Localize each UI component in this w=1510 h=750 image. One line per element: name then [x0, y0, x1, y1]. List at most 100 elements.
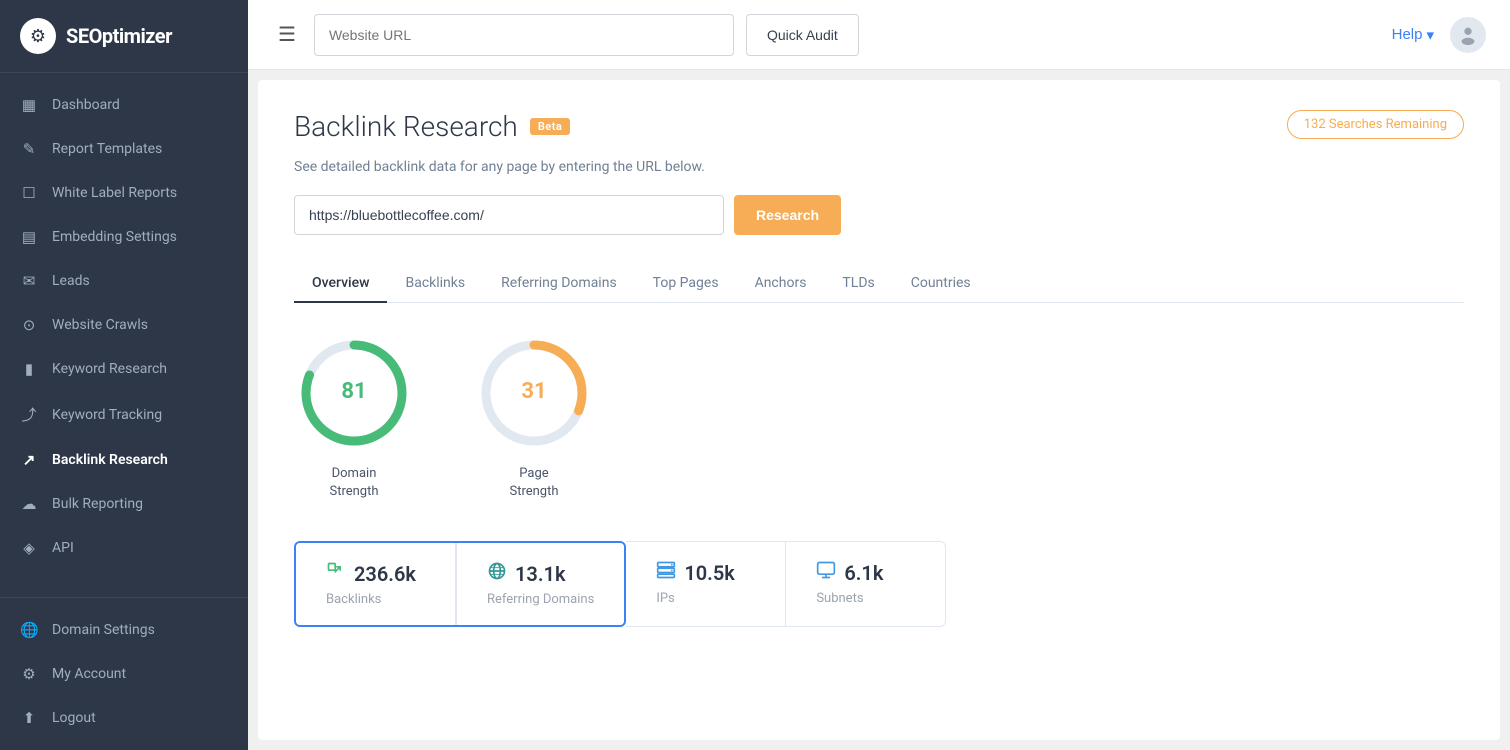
research-url-input[interactable]: [294, 195, 724, 235]
quick-audit-button[interactable]: Quick Audit: [746, 14, 859, 56]
domain-strength-svg: 81: [294, 333, 414, 453]
user-avatar[interactable]: [1450, 17, 1486, 53]
my-account-icon: ⚙: [20, 665, 38, 683]
logout-icon: ⬆: [20, 709, 38, 727]
tab-countries[interactable]: Countries: [893, 265, 989, 303]
bulk-reporting-icon: ☁: [20, 495, 38, 513]
sidebar-label-dashboard: Dashboard: [52, 97, 120, 113]
globe-icon: [487, 561, 507, 586]
tab-overview[interactable]: Overview: [294, 265, 387, 303]
main-area: ☰ Quick Audit Help ▾ Backlink Research B…: [248, 0, 1510, 750]
tab-tlds[interactable]: TLDs: [824, 265, 892, 303]
svg-text:81: 81: [341, 379, 366, 404]
embedding-icon: ▤: [20, 228, 38, 246]
chevron-down-icon: ▾: [1426, 26, 1434, 44]
tab-anchors[interactable]: Anchors: [737, 265, 825, 303]
sidebar-label-keyword-tracking: Keyword Tracking: [52, 407, 162, 423]
research-row: Research: [294, 195, 1464, 235]
sidebar-nav: ▦ Dashboard✎ Report Templates☐ White Lab…: [0, 73, 248, 597]
subnets-value-row: 6.1k: [816, 560, 883, 585]
page-title: Backlink Research: [294, 110, 518, 143]
api-icon: ◈: [20, 539, 38, 557]
searches-remaining-badge: 132 Searches Remaining: [1287, 110, 1464, 139]
subnets-label: Subnets: [816, 591, 863, 606]
page-strength-svg: 31: [474, 333, 594, 453]
tab-top-pages[interactable]: Top Pages: [635, 265, 737, 303]
sidebar-label-white-label: White Label Reports: [52, 185, 177, 201]
ips-value-row: 10.5k: [656, 560, 735, 585]
domain-strength-label: Domain Strength: [329, 465, 378, 501]
brand-name: SEOptimizer: [66, 24, 172, 48]
backlink-research-icon: ↗: [20, 451, 38, 469]
sidebar-bottom: 🌐 Domain Settings⚙ My Account⬆ Logout: [0, 597, 248, 750]
stat-card-backlinks[interactable]: 236.6k Backlinks: [296, 543, 456, 625]
report-templates-icon: ✎: [20, 140, 38, 158]
help-button[interactable]: Help ▾: [1392, 26, 1434, 44]
page-strength-gauge: 31 Page Strength: [474, 333, 594, 501]
sidebar-label-domain-settings: Domain Settings: [52, 622, 155, 638]
page-subtitle: See detailed backlink data for any page …: [294, 159, 1464, 175]
sidebar-label-report-templates: Report Templates: [52, 141, 162, 157]
white-label-icon: ☐: [20, 184, 38, 202]
sidebar-item-logout[interactable]: ⬆ Logout: [0, 696, 248, 740]
title-section: Backlink Research Beta: [294, 110, 570, 143]
domain-strength-gauge: 81 Domain Strength: [294, 333, 414, 501]
tab-backlinks[interactable]: Backlinks: [387, 265, 483, 303]
stat-card-ips: 10.5k IPs: [626, 541, 786, 627]
sidebar-item-leads[interactable]: ✉ Leads: [0, 259, 248, 303]
sidebar-item-report-templates[interactable]: ✎ Report Templates: [0, 127, 248, 171]
domain-settings-icon: 🌐: [20, 621, 38, 639]
logo-area[interactable]: ⚙ SEOptimizer: [0, 0, 248, 73]
hamburger-button[interactable]: ☰: [272, 16, 302, 53]
tab-referring-domains[interactable]: Referring Domains: [483, 265, 635, 303]
sidebar-label-bulk-reporting: Bulk Reporting: [52, 496, 143, 512]
svg-text:31: 31: [521, 379, 546, 404]
page-strength-label: Page Strength: [509, 465, 558, 501]
referring-domains-value-row: 13.1k: [487, 561, 566, 586]
stats-highlighted-group: 236.6k Backlinks: [294, 541, 626, 627]
sidebar-item-bulk-reporting[interactable]: ☁ Bulk Reporting: [0, 482, 248, 526]
stat-card-subnets: 6.1k Subnets: [786, 541, 946, 627]
sidebar-item-white-label[interactable]: ☐ White Label Reports: [0, 171, 248, 215]
sidebar-label-backlink-research: Backlink Research: [52, 452, 168, 468]
sidebar-item-website-crawls[interactable]: ⊙ Website Crawls: [0, 303, 248, 347]
content-area: Backlink Research Beta 132 Searches Rema…: [258, 80, 1500, 740]
leads-icon: ✉: [20, 272, 38, 290]
beta-badge: Beta: [530, 118, 571, 135]
sidebar-item-my-account[interactable]: ⚙ My Account: [0, 652, 248, 696]
page-header: Backlink Research Beta 132 Searches Rema…: [294, 110, 1464, 143]
logo-icon: ⚙: [20, 18, 56, 54]
topbar-right: Help ▾: [1392, 17, 1486, 53]
subnets-value: 6.1k: [844, 561, 883, 585]
referring-domains-label: Referring Domains: [487, 592, 594, 607]
website-crawls-icon: ⊙: [20, 316, 38, 334]
sidebar-item-domain-settings[interactable]: 🌐 Domain Settings: [0, 608, 248, 652]
sidebar-label-keyword-research: Keyword Research: [52, 361, 167, 377]
ips-label: IPs: [656, 591, 674, 606]
sidebar-label-logout: Logout: [52, 710, 96, 726]
topbar: ☰ Quick Audit Help ▾: [248, 0, 1510, 70]
website-url-input[interactable]: [314, 14, 734, 56]
tabs: OverviewBacklinksReferring DomainsTop Pa…: [294, 265, 1464, 303]
stats-cards-container: 236.6k Backlinks: [294, 541, 1464, 627]
research-button[interactable]: Research: [734, 195, 841, 235]
sidebar-label-leads: Leads: [52, 273, 90, 289]
backlink-icon: [326, 561, 346, 586]
sidebar-item-keyword-tracking[interactable]: ⤴ Keyword Tracking: [0, 391, 248, 438]
backlinks-value: 236.6k: [354, 562, 416, 586]
sidebar-label-api: API: [52, 540, 74, 556]
sidebar-label-website-crawls: Website Crawls: [52, 317, 148, 333]
sidebar: ⚙ SEOptimizer ▦ Dashboard✎ Report Templa…: [0, 0, 248, 750]
stats-plain-group: 10.5k IPs 6.1k: [626, 541, 946, 627]
backlinks-value-row: 236.6k: [326, 561, 416, 586]
keyword-research-icon: ▮: [20, 360, 38, 378]
server-icon: [656, 560, 676, 585]
sidebar-item-embedding[interactable]: ▤ Embedding Settings: [0, 215, 248, 259]
sidebar-item-keyword-research[interactable]: ▮ Keyword Research: [0, 347, 248, 391]
sidebar-item-backlink-research[interactable]: ↗ Backlink Research: [0, 438, 248, 482]
sidebar-item-api[interactable]: ◈ API: [0, 526, 248, 570]
keyword-tracking-icon: ⤴: [20, 404, 38, 425]
sidebar-label-my-account: My Account: [52, 666, 126, 682]
stat-card-referring-domains[interactable]: 13.1k Referring Domains: [456, 543, 624, 625]
sidebar-item-dashboard[interactable]: ▦ Dashboard: [0, 83, 248, 127]
